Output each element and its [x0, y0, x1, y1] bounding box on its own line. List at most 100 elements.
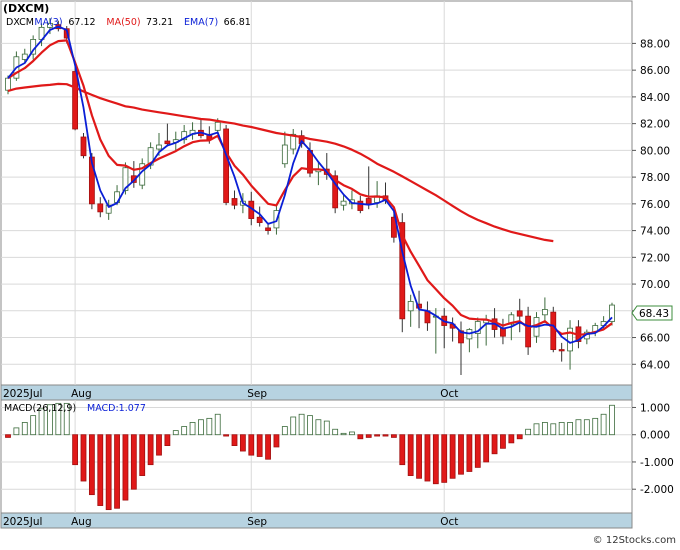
price-tick-label: 76.00 [640, 199, 670, 211]
price-x-label: Sep [247, 388, 267, 400]
macd-bar [483, 434, 490, 463]
macd-bar [139, 434, 146, 476]
chart-svg: 64.0066.0068.0070.0072.0074.0076.0078.00… [0, 0, 676, 546]
macd-y-axis: -2.000 -1.000 0.000 1.000 [632, 402, 674, 496]
candle-body [407, 301, 414, 312]
macd-x-label: Oct [440, 516, 458, 528]
legend-row: DXCM MA(3) 67.12 MA(50) 73.21 EMA(7) 66.81 [6, 17, 251, 28]
macd-bar [290, 416, 297, 436]
legend-value: 66.81 [224, 17, 251, 28]
macd-bar [189, 422, 196, 436]
macd-bar [231, 434, 238, 447]
macd-bar [307, 415, 313, 436]
legend-value: 73.21 [146, 17, 173, 28]
macd-bar [164, 434, 171, 447]
macd-bar [72, 434, 79, 466]
candle-body [365, 198, 372, 205]
macd-bar [550, 423, 557, 436]
macd-bar [273, 434, 280, 448]
candle-body [516, 310, 523, 317]
macd-bar [416, 434, 422, 479]
macd-bar [80, 434, 87, 482]
macd-bar [88, 434, 95, 496]
macd-bar [365, 434, 372, 438]
legend-item: MA(50) [106, 17, 140, 28]
macd-bar [206, 417, 213, 436]
candle-body [256, 216, 263, 223]
macd-bar [533, 423, 540, 436]
candle-body [340, 200, 347, 206]
macd-bar [97, 434, 104, 506]
macd-bar [156, 434, 162, 456]
candle-body [265, 227, 271, 231]
legend-item: MA(3) [34, 17, 62, 28]
macd-bar [21, 422, 28, 436]
macd-bar [256, 434, 263, 457]
price-tick-label: 66.00 [640, 333, 670, 345]
candle-body [541, 309, 548, 316]
macd-bar [600, 413, 607, 436]
macd-bar [449, 434, 456, 479]
candle-body [558, 349, 565, 352]
macd-bar [248, 434, 255, 456]
candle-body [357, 200, 364, 211]
watermark: © 12Stocks.com [593, 535, 676, 546]
macd-bar [181, 426, 188, 436]
price-tick-label: 80.00 [640, 145, 670, 157]
candle-body [80, 136, 87, 157]
price-tick-label: 72.00 [640, 252, 670, 264]
macd-tick-label: -1.000 [640, 457, 674, 469]
macd-bar [382, 434, 389, 437]
macd-bar [30, 415, 37, 436]
macd-tick-label: -2.000 [640, 484, 674, 496]
macd-bar [374, 434, 381, 437]
macd-bar [466, 434, 473, 472]
macd-bar [432, 434, 439, 485]
candle-body [72, 71, 79, 130]
macd-bar [592, 417, 599, 436]
macd-bar [239, 434, 246, 452]
macd-bar [147, 434, 154, 466]
macd-xaxis-band [0, 512, 633, 529]
candle [80, 132, 87, 159]
candle-body [281, 144, 288, 165]
macd-bar [122, 434, 129, 501]
macd-bar [223, 434, 230, 437]
macd-bar [114, 434, 120, 509]
last-price-label: 68.43 [639, 308, 669, 320]
candle-body [525, 315, 532, 348]
macd-bar [5, 434, 11, 438]
price-xaxis-band [0, 384, 633, 401]
price-tick-label: 82.00 [640, 119, 670, 131]
price-tick-label: 64.00 [640, 359, 670, 371]
macd-bar [609, 404, 615, 436]
price-tick-label: 84.00 [640, 92, 670, 104]
macd-bar [281, 426, 288, 436]
macd-bar [349, 431, 355, 436]
legend-item: DXCM [6, 17, 34, 28]
macd-bar [130, 434, 137, 490]
macd-bar [516, 434, 523, 440]
macd-bar [315, 419, 322, 436]
candle-body [223, 128, 230, 203]
macd-bar [558, 422, 565, 436]
price-tick-label: 74.00 [640, 226, 670, 238]
macd-bar [441, 434, 448, 483]
macd-bar [357, 434, 364, 440]
legend-value: 67.12 [68, 17, 95, 28]
macd-bar [198, 419, 204, 436]
macd-bar [575, 419, 582, 436]
price-tick-label: 86.00 [640, 65, 670, 77]
macd-x-label: Aug [71, 516, 92, 528]
macd-bar [332, 428, 339, 436]
macd-value-label: MACD:1.077 [87, 403, 146, 414]
macd-bar [567, 422, 573, 436]
price-tick-label: 78.00 [640, 172, 670, 184]
price-x-label: Aug [71, 388, 92, 400]
macd-bar [474, 434, 481, 468]
legend-item: EMA(7) [184, 17, 218, 28]
candle-body [97, 203, 104, 213]
macd-bar [508, 434, 515, 444]
last-price-badge: 68.43 [631, 305, 673, 321]
candle-body [164, 140, 171, 145]
